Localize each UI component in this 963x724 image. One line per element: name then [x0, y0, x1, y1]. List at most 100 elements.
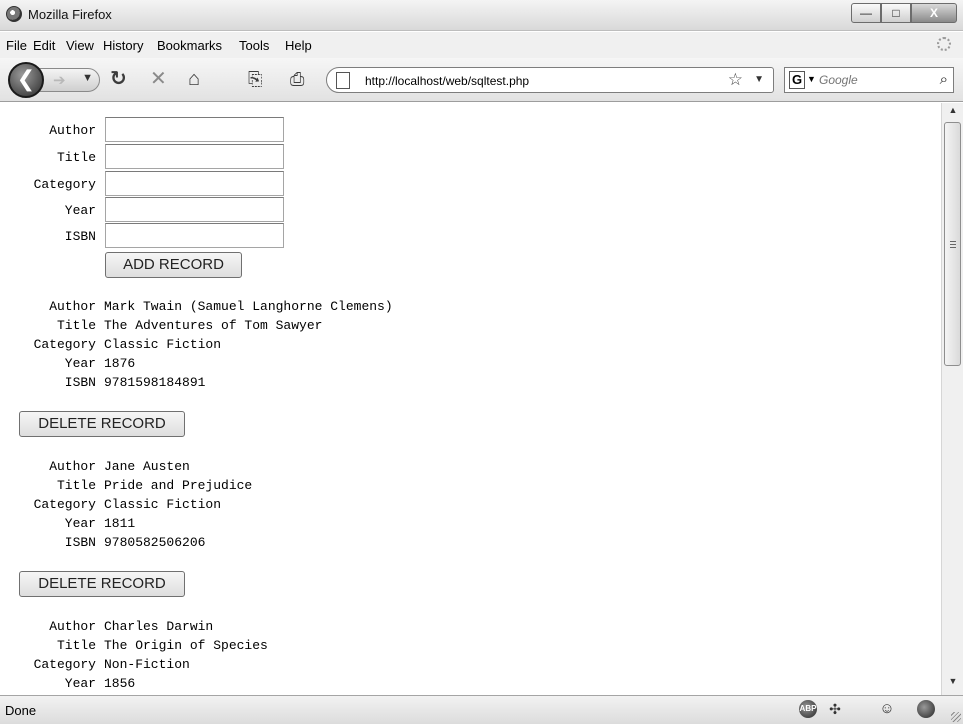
window-controls: — □ X — [851, 3, 957, 23]
record-author-label: Author — [49, 299, 96, 314]
search-icon[interactable]: ⌕ — [940, 71, 948, 88]
record-title: The Adventures of Tom Sawyer — [104, 318, 323, 333]
menu-help[interactable]: Help — [285, 38, 312, 53]
record-category-line: Category Classic Fiction — [0, 497, 221, 517]
window-titlebar: Mozilla Firefox — □ X — [0, 0, 963, 31]
menu-bookmarks[interactable]: Bookmarks — [157, 38, 222, 53]
history-dropdown-icon[interactable]: ▼ — [82, 72, 93, 84]
record-year: 1856 — [104, 676, 136, 691]
record-title-label: Title — [56, 638, 96, 653]
record-title-label: Title — [56, 478, 96, 493]
menu-view[interactable]: View — [66, 38, 94, 53]
reload-icon[interactable]: ↻ — [110, 68, 127, 90]
engine-dropdown-icon[interactable]: ▼ — [807, 74, 816, 84]
record-author-line: Author Jane Austen — [0, 459, 190, 479]
record-isbn: 9780582506206 — [104, 535, 206, 550]
navigation-toolbar: ➔ ▼ ❮ ↻ ✕ ⌂ ⎘ ⎙ http://localhost/web/sql… — [0, 58, 963, 102]
back-button[interactable]: ❮ — [8, 62, 44, 98]
record-year-label: Year — [64, 516, 96, 531]
resize-grip-icon[interactable] — [951, 712, 961, 722]
forward-button[interactable]: ➔ ▼ — [38, 68, 100, 92]
menu-tools[interactable]: Tools — [239, 38, 269, 53]
record-year: 1811 — [104, 516, 136, 531]
search-bar[interactable]: G ▼ ⌕ — [784, 67, 954, 93]
throbber-icon — [937, 37, 951, 51]
category-input[interactable] — [105, 171, 284, 196]
record-isbn-label: ISBN — [64, 535, 96, 550]
record-author: Jane Austen — [104, 459, 190, 474]
year-input[interactable] — [105, 197, 284, 222]
record-title-line: Title Pride and Prejudice — [0, 478, 252, 498]
scroll-down-icon[interactable]: ▼ — [942, 676, 963, 693]
title-input[interactable] — [105, 144, 284, 169]
bookmark-star-icon[interactable]: ☆ — [728, 70, 743, 90]
url-text[interactable]: http://localhost/web/sqltest.php — [365, 74, 529, 88]
print-icon[interactable]: ⎙ — [290, 68, 304, 90]
author-input[interactable] — [105, 117, 284, 142]
record-author-line: Author Charles Darwin — [0, 619, 213, 639]
record-category-label: Category — [33, 497, 96, 512]
record-year-line: Year 1856 — [0, 676, 135, 695]
new-page-icon[interactable]: ⎘ — [248, 68, 262, 90]
record-category-line: Category Classic Fiction — [0, 337, 221, 357]
scroll-up-icon[interactable]: ▲ — [942, 105, 963, 122]
menu-bar: File Edit View History Bookmarks Tools H… — [0, 32, 963, 58]
record-isbn: 9781598184891 — [104, 375, 206, 390]
delete-record-button[interactable]: DELETE RECORD — [19, 411, 185, 437]
record-author-line: Author Mark Twain (Samuel Langhorne Cleme… — [0, 299, 393, 319]
maximize-button[interactable]: □ — [881, 3, 911, 23]
forward-arrow-icon: ➔ — [53, 72, 66, 89]
menu-edit[interactable]: Edit — [33, 38, 55, 53]
window-title: Mozilla Firefox — [28, 7, 112, 22]
firefox-status-icon[interactable] — [917, 700, 935, 718]
url-dropdown-icon[interactable]: ▼ — [754, 74, 764, 85]
record-author-label: Author — [49, 619, 96, 634]
isbn-input[interactable] — [105, 223, 284, 248]
smiley-icon[interactable]: ☺ — [878, 700, 896, 718]
record-author-label: Author — [49, 459, 96, 474]
adblock-icon[interactable]: ABP — [799, 700, 817, 718]
record-year-line: Year 1876 — [0, 356, 135, 376]
category-label: Category — [33, 177, 96, 192]
record-category: Non-Fiction — [104, 657, 190, 672]
stop-icon[interactable]: ✕ — [150, 68, 167, 90]
record-isbn-line: ISBN 9781598184891 — [0, 375, 206, 395]
record-title: Pride and Prejudice — [104, 478, 253, 493]
record-category-label: Category — [33, 657, 96, 672]
address-bar[interactable]: http://localhost/web/sqltest.php ☆ ▼ — [326, 67, 774, 93]
record-year-label: Year — [64, 356, 96, 371]
record-title-line: Title The Origin of Species — [0, 638, 268, 658]
record-isbn-label: ISBN — [64, 375, 96, 390]
status-bar: Done ABP ✣ ☺ — [0, 695, 963, 724]
author-label: Author — [49, 123, 96, 138]
delete-record-button[interactable]: DELETE RECORD — [19, 571, 185, 597]
record-title-label: Title — [56, 318, 96, 333]
menu-history[interactable]: History — [103, 38, 143, 53]
greasemonkey-icon[interactable]: ✣ — [826, 700, 844, 718]
search-input[interactable] — [819, 71, 929, 89]
scrollbar-thumb[interactable] — [944, 122, 961, 366]
record-year-line: Year 1811 — [0, 516, 135, 536]
add-record-button[interactable]: ADD RECORD — [105, 252, 242, 278]
page-icon — [336, 72, 350, 89]
vertical-scrollbar[interactable]: ▲ ▼ — [941, 103, 963, 695]
year-label: Year — [64, 203, 96, 218]
page-content: Author Title Category Year ISBN ADD RECO… — [0, 103, 941, 695]
record-category-label: Category — [33, 337, 96, 352]
record-isbn-line: ISBN 9780582506206 — [0, 535, 206, 555]
status-text: Done — [5, 703, 37, 718]
search-engine-icon[interactable]: G — [789, 71, 805, 89]
home-icon[interactable]: ⌂ — [188, 68, 200, 90]
record-year: 1876 — [104, 356, 136, 371]
record-author: Charles Darwin — [104, 619, 214, 634]
menu-file[interactable]: File — [6, 38, 27, 53]
isbn-label: ISBN — [64, 229, 96, 244]
record-category-line: Category Non-Fiction — [0, 657, 190, 677]
minimize-button[interactable]: — — [851, 3, 881, 23]
firefox-icon — [6, 6, 22, 22]
close-button[interactable]: X — [911, 3, 957, 23]
record-author: Mark Twain (Samuel Langhorne Clemens) — [104, 299, 393, 314]
record-category: Classic Fiction — [104, 497, 222, 512]
scroll-grip-icon — [950, 241, 956, 249]
record-title: The Origin of Species — [104, 638, 268, 653]
